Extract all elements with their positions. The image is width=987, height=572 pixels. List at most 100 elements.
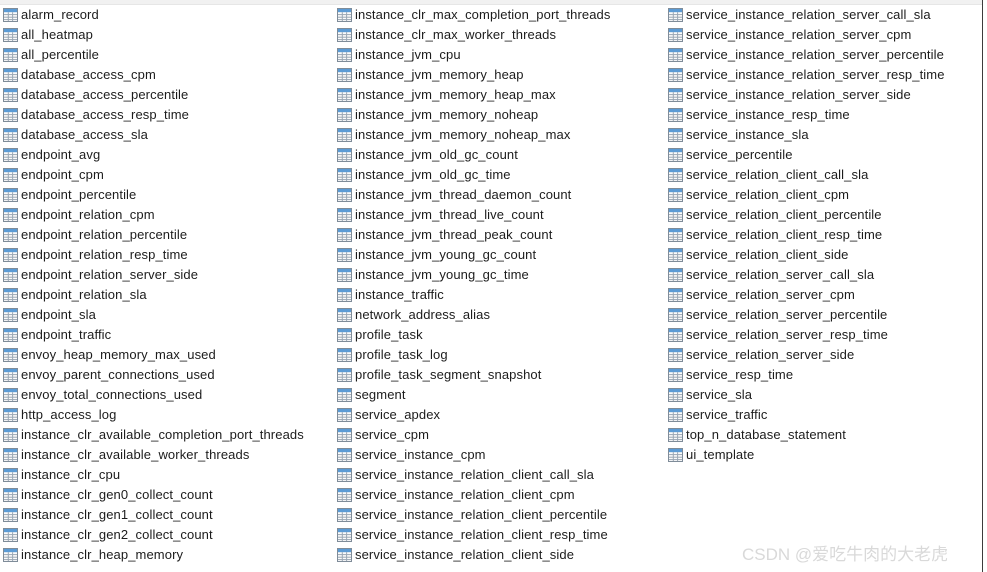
table-list-item[interactable]: alarm_record xyxy=(3,5,335,25)
table-list-item[interactable]: instance_clr_heap_memory xyxy=(3,545,335,565)
table-list-item[interactable]: endpoint_percentile xyxy=(3,185,335,205)
table-icon xyxy=(337,68,352,82)
table-icon xyxy=(668,348,683,362)
table-list-item-label: service_relation_client_resp_time xyxy=(686,227,883,242)
table-list-item[interactable]: service_resp_time xyxy=(668,365,982,385)
table-list-item[interactable]: service_instance_relation_client_cpm xyxy=(337,485,667,505)
table-list-item-label: service_relation_server_resp_time xyxy=(686,327,889,342)
table-list-item-label: instance_jvm_cpu xyxy=(355,47,461,62)
table-list-item[interactable]: instance_clr_gen0_collect_count xyxy=(3,485,335,505)
table-icon xyxy=(668,28,683,42)
table-icon xyxy=(3,208,18,222)
table-list-item[interactable]: instance_jvm_cpu xyxy=(337,45,667,65)
table-list-item[interactable]: instance_clr_gen2_collect_count xyxy=(3,525,335,545)
table-list-item[interactable]: all_percentile xyxy=(3,45,335,65)
table-list-item[interactable]: all_heatmap xyxy=(3,25,335,45)
table-list-item[interactable]: service_relation_client_cpm xyxy=(668,185,982,205)
table-list-item-label: segment xyxy=(355,387,406,402)
table-list-item[interactable]: endpoint_relation_percentile xyxy=(3,225,335,245)
table-list-item[interactable]: service_traffic xyxy=(668,405,982,425)
table-list-item[interactable]: profile_task_segment_snapshot xyxy=(337,365,667,385)
table-list-item[interactable]: instance_jvm_memory_heap_max xyxy=(337,85,667,105)
table-list-item-label: instance_jvm_young_gc_time xyxy=(355,267,529,282)
table-list-item[interactable]: instance_jvm_old_gc_time xyxy=(337,165,667,185)
table-icon xyxy=(668,268,683,282)
table-list-item[interactable]: service_relation_server_percentile xyxy=(668,305,982,325)
table-list-item[interactable]: instance_jvm_thread_daemon_count xyxy=(337,185,667,205)
table-list-item[interactable]: instance_jvm_thread_peak_count xyxy=(337,225,667,245)
table-list-item[interactable]: top_n_database_statement xyxy=(668,425,982,445)
table-list-item[interactable]: database_access_resp_time xyxy=(3,105,335,125)
table-list-item[interactable]: endpoint_traffic xyxy=(3,325,335,345)
table-list-item[interactable]: endpoint_relation_cpm xyxy=(3,205,335,225)
table-list-item[interactable]: segment xyxy=(337,385,667,405)
table-list-item[interactable]: database_access_percentile xyxy=(3,85,335,105)
table-list-item[interactable]: service_relation_server_resp_time xyxy=(668,325,982,345)
table-list-item[interactable]: instance_jvm_memory_noheap_max xyxy=(337,125,667,145)
table-list-item[interactable]: envoy_total_connections_used xyxy=(3,385,335,405)
table-list-item[interactable]: service_instance_cpm xyxy=(337,445,667,465)
table-list-item[interactable]: http_access_log xyxy=(3,405,335,425)
table-list-item[interactable]: service_sla xyxy=(668,385,982,405)
table-list-item[interactable]: service_instance_relation_server_resp_ti… xyxy=(668,65,982,85)
table-list-item[interactable]: service_instance_relation_server_side xyxy=(668,85,982,105)
table-list-item[interactable]: database_access_sla xyxy=(3,125,335,145)
table-list-item[interactable]: service_instance_relation_server_call_sl… xyxy=(668,5,982,25)
table-list-item[interactable]: endpoint_avg xyxy=(3,145,335,165)
table-list-item[interactable]: instance_clr_cpu xyxy=(3,465,335,485)
table-list-item[interactable]: instance_jvm_memory_noheap xyxy=(337,105,667,125)
table-list-item[interactable]: endpoint_relation_server_side xyxy=(3,265,335,285)
table-list-item[interactable]: instance_jvm_memory_heap xyxy=(337,65,667,85)
table-list-item[interactable]: profile_task_log xyxy=(337,345,667,365)
table-list-item[interactable]: instance_clr_available_completion_port_t… xyxy=(3,425,335,445)
table-list-item[interactable]: service_apdex xyxy=(337,405,667,425)
table-icon xyxy=(337,28,352,42)
table-list-item[interactable]: endpoint_sla xyxy=(3,305,335,325)
table-icon xyxy=(668,288,683,302)
table-icon xyxy=(3,168,18,182)
table-list-item-label: database_access_resp_time xyxy=(21,107,189,122)
table-list-item[interactable]: instance_clr_max_worker_threads xyxy=(337,25,667,45)
table-list-item-label: service_instance_relation_client_resp_ti… xyxy=(355,527,608,542)
table-list-item[interactable]: service_instance_relation_client_call_sl… xyxy=(337,465,667,485)
table-list-item[interactable]: service_relation_server_side xyxy=(668,345,982,365)
table-list-item[interactable]: profile_task xyxy=(337,325,667,345)
table-list-item[interactable]: service_instance_sla xyxy=(668,125,982,145)
table-icon xyxy=(3,68,18,82)
table-icon xyxy=(668,448,683,462)
table-list-item[interactable]: service_percentile xyxy=(668,145,982,165)
table-list-item[interactable]: service_instance_relation_server_cpm xyxy=(668,25,982,45)
table-list-item[interactable]: service_relation_client_side xyxy=(668,245,982,265)
table-icon xyxy=(668,128,683,142)
table-list-item[interactable]: service_relation_client_call_sla xyxy=(668,165,982,185)
table-list-item[interactable]: envoy_parent_connections_used xyxy=(3,365,335,385)
table-list-item[interactable]: instance_traffic xyxy=(337,285,667,305)
table-list-item[interactable]: instance_jvm_young_gc_count xyxy=(337,245,667,265)
table-list-item[interactable]: instance_clr_gen1_collect_count xyxy=(3,505,335,525)
table-list-item[interactable]: network_address_alias xyxy=(337,305,667,325)
table-list-item[interactable]: envoy_heap_memory_max_used xyxy=(3,345,335,365)
table-list-item[interactable]: service_relation_server_call_sla xyxy=(668,265,982,285)
table-list-item[interactable]: instance_jvm_old_gc_count xyxy=(337,145,667,165)
table-list-item[interactable]: service_cpm xyxy=(337,425,667,445)
table-list-item[interactable]: endpoint_relation_resp_time xyxy=(3,245,335,265)
table-list-item[interactable]: instance_jvm_young_gc_time xyxy=(337,265,667,285)
table-list-item[interactable]: service_instance_relation_client_percent… xyxy=(337,505,667,525)
table-list-item[interactable]: instance_clr_max_completion_port_threads xyxy=(337,5,667,25)
table-list-item[interactable]: database_access_cpm xyxy=(3,65,335,85)
table-list-item[interactable]: service_instance_relation_client_resp_ti… xyxy=(337,525,667,545)
table-list-item[interactable]: service_relation_server_cpm xyxy=(668,285,982,305)
table-list-item[interactable]: service_instance_relation_client_side xyxy=(337,545,667,565)
table-list-item[interactable]: service_instance_resp_time xyxy=(668,105,982,125)
table-list-item[interactable]: endpoint_relation_sla xyxy=(3,285,335,305)
table-list-item-label: ui_template xyxy=(686,447,755,462)
table-list-item[interactable]: service_relation_client_resp_time xyxy=(668,225,982,245)
table-list-item[interactable]: ui_template xyxy=(668,445,982,465)
table-list-item[interactable]: service_instance_relation_server_percent… xyxy=(668,45,982,65)
table-list-item[interactable]: service_relation_client_percentile xyxy=(668,205,982,225)
table-icon xyxy=(337,48,352,62)
table-icon xyxy=(3,508,18,522)
table-list-item[interactable]: instance_jvm_thread_live_count xyxy=(337,205,667,225)
table-list-item[interactable]: instance_clr_available_worker_threads xyxy=(3,445,335,465)
table-list-item[interactable]: endpoint_cpm xyxy=(3,165,335,185)
